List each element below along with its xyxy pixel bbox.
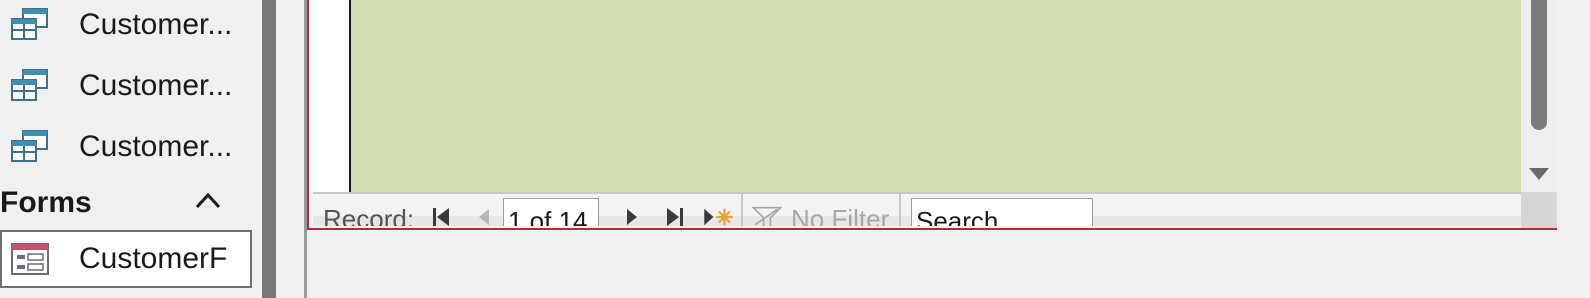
forms-section-title: Forms [0,186,92,219]
search-input[interactable] [912,199,1092,226]
form-detail-section[interactable] [351,0,1521,192]
nav-item-label: Customer... [79,69,233,102]
record-selector[interactable] [309,0,351,192]
chevron-up-icon[interactable] [194,190,222,210]
form-icon [11,243,49,275]
new-record-icon[interactable] [701,206,735,226]
previous-record-icon[interactable] [473,206,495,226]
current-record-value: 1 of 14 [508,206,588,226]
next-record-icon[interactable] [621,206,643,226]
first-record-icon[interactable] [431,206,453,226]
workspace-gap [276,0,304,298]
filter-status[interactable]: No Filter [791,204,889,226]
vertical-scrollbar[interactable] [1521,0,1557,192]
nav-separator [899,194,901,226]
record-label: Record: [323,204,415,226]
nav-item-label: CustomerF [79,242,228,275]
nav-table-item-1[interactable]: Customer... [0,0,252,54]
query-icon [11,130,48,162]
nav-table-item-3[interactable]: Customer... [0,118,252,176]
nav-pane-splitter[interactable] [262,0,276,298]
navigation-pane: Customer... Customer... Customer... Form… [0,0,262,298]
record-navigation-bar: Record: 1 of 14 No Filter Search [313,192,1521,226]
nav-item-label: Customer... [79,130,233,163]
search-field[interactable] [911,198,1093,226]
last-record-icon[interactable] [663,206,687,226]
scroll-down-arrow-icon[interactable] [1529,168,1549,180]
nav-table-item-2[interactable]: Customer... [0,57,252,115]
filter-icon[interactable] [749,206,785,226]
nav-item-label: Customer... [79,8,233,41]
form-window: Record: 1 of 14 No Filter Search [307,0,1557,230]
scrollbar-thumb[interactable] [1531,0,1547,130]
scrollbar-corner [1521,192,1557,228]
current-record-field[interactable]: 1 of 14 [503,198,599,226]
query-icon [11,69,48,101]
query-icon [11,8,48,40]
forms-section-header[interactable]: Forms [0,180,252,228]
nav-separator [741,194,743,226]
nav-form-item-customerf[interactable]: CustomerF [0,230,252,288]
